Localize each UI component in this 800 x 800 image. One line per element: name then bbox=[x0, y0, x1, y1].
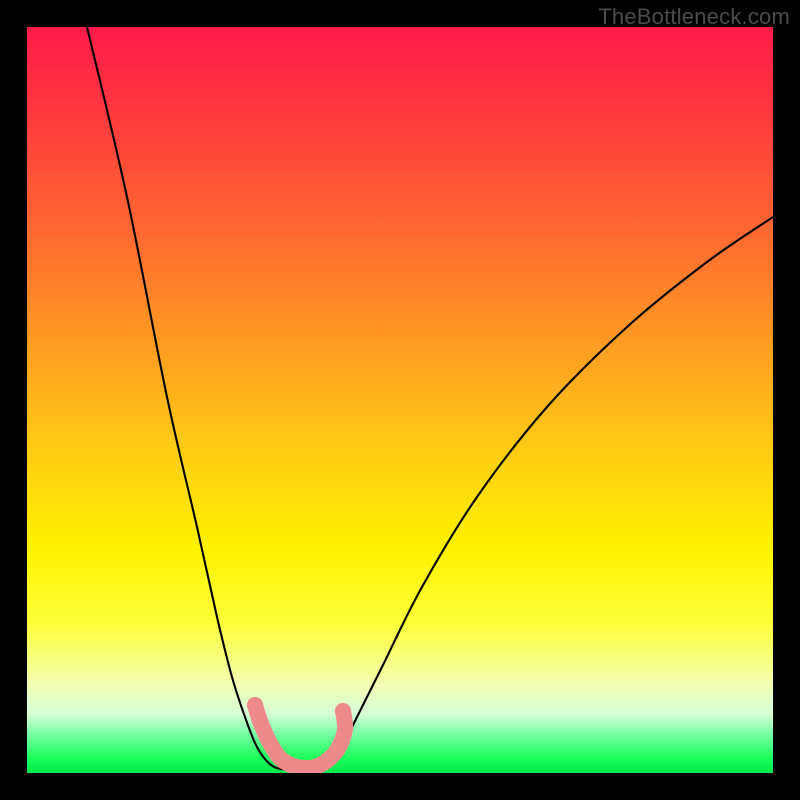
pink-marker-dot-end bbox=[335, 703, 351, 719]
curve-overlay bbox=[27, 27, 773, 773]
gradient-plot-area bbox=[27, 27, 773, 773]
right-curve bbox=[307, 217, 773, 770]
pink-marker-spline bbox=[255, 705, 345, 768]
outer-frame: TheBottleneck.com bbox=[0, 0, 800, 800]
pink-marker-dot-start bbox=[247, 697, 263, 713]
left-curve bbox=[87, 27, 307, 770]
